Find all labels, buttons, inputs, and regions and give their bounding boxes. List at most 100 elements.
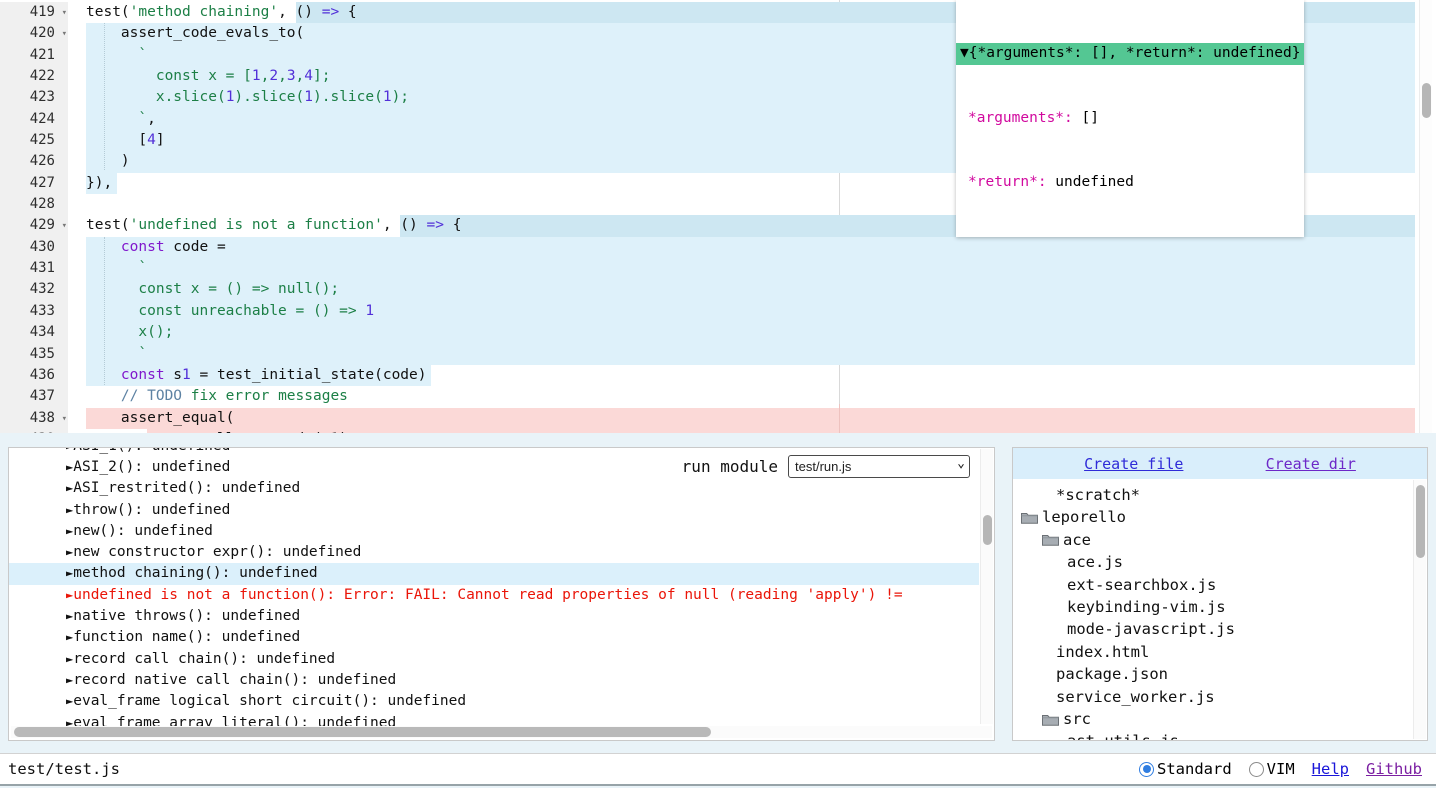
code-cell[interactable]: const s1 = test_initial_state(code) (68, 365, 1436, 386)
code-cell[interactable]: x(); (68, 322, 1436, 343)
radio-selected-icon[interactable] (1139, 762, 1154, 777)
editor-line[interactable]: 432 const x = () => null(); (0, 279, 1436, 300)
editor-line[interactable]: 436 const s1 = test_initial_state(code) (0, 365, 1436, 386)
fold-arrow-icon[interactable]: ▾ (62, 409, 67, 430)
help-link[interactable]: Help (1312, 760, 1349, 778)
tree-item-label: leporello (1042, 506, 1126, 528)
folder-icon (1042, 713, 1059, 726)
editor-line[interactable]: 430 const code = (0, 237, 1436, 258)
test-result-item[interactable]: ►ASI_restrited(): undefined (9, 478, 979, 499)
test-result-item[interactable]: ►function name(): undefined (9, 627, 979, 648)
code-text: root_calltree_node(s1) (68, 429, 1436, 433)
gutter-cell: 431 (0, 258, 68, 279)
code-text: const unreachable = () => 1 (68, 301, 1436, 322)
test-result-label: record call chain(): undefined (73, 651, 335, 667)
files-vscrollbar-thumb[interactable] (1416, 485, 1425, 558)
test-result-label: method chaining(): undefined (73, 565, 317, 581)
results-horizontal-scrollbar[interactable] (11, 726, 992, 738)
gutter-cell: 424 (0, 109, 68, 130)
create-dir-link[interactable]: Create dir (1266, 455, 1356, 473)
tooltip-key: *return*: (968, 174, 1047, 190)
tree-item-label: package.json (1056, 663, 1168, 685)
run-module-select[interactable]: test/run.js (788, 455, 970, 478)
code-text: x(); (68, 322, 1436, 343)
gutter-cell: 438▾ (0, 408, 68, 429)
fold-arrow-icon[interactable]: ▾ (62, 3, 67, 24)
results-vertical-scrollbar[interactable] (980, 449, 993, 724)
tree-item-label: src (1063, 708, 1091, 730)
github-link[interactable]: Github (1366, 760, 1422, 778)
code-text: assert_equal( (68, 408, 1436, 429)
code-cell[interactable]: const x = () => null(); (68, 279, 1436, 300)
gutter-cell: 429▾ (0, 215, 68, 236)
tree-item-label: ace (1063, 529, 1091, 551)
code-text: ` (68, 258, 1436, 279)
test-result-item[interactable]: ►record call chain(): undefined (9, 649, 979, 670)
test-result-item[interactable]: ►throw(): undefined (9, 500, 979, 521)
editor-line[interactable]: 437 // TODO fix error messages (0, 386, 1436, 407)
editor-line[interactable]: 434 x(); (0, 322, 1436, 343)
editor-line[interactable]: 435 ` (0, 344, 1436, 365)
code-cell[interactable]: ` (68, 344, 1436, 365)
tree-folder-item[interactable]: ace (1013, 529, 1412, 551)
test-result-item[interactable]: ►eval_frame logical short circuit(): und… (9, 691, 979, 712)
test-result-label: ASI_2(): undefined (73, 459, 230, 475)
tree-folder-item[interactable]: src (1013, 708, 1412, 730)
test-results-panel: run module test/run.js ⌄ ►ASI_1(): undef… (8, 447, 995, 741)
keybinding-radio-standard[interactable]: Standard (1139, 760, 1232, 778)
tree-folder-item[interactable]: leporello (1013, 506, 1412, 528)
editor-line[interactable]: 431 ` (0, 258, 1436, 279)
status-bar: test/test.js Standard VIM Help Github (0, 753, 1436, 786)
tree-file-item[interactable]: index.html (1013, 641, 1412, 663)
run-module-label: run module (682, 457, 778, 476)
radio-unselected-icon[interactable] (1249, 762, 1264, 777)
code-cell[interactable]: // TODO fix error messages (68, 386, 1436, 407)
editor-vertical-scrollbar[interactable] (1419, 0, 1432, 433)
tree-file-item[interactable]: keybinding-vim.js (1013, 596, 1412, 618)
gutter-cell: 434 (0, 322, 68, 343)
code-text: const x = () => null(); (68, 279, 1436, 300)
gutter-cell: 436 (0, 365, 68, 386)
tree-file-item[interactable]: ext-searchbox.js (1013, 574, 1412, 596)
test-result-label: undefined is not a function(): Error: FA… (73, 587, 911, 603)
results-vscrollbar-thumb[interactable] (983, 515, 992, 545)
test-result-label: record native call chain(): undefined (73, 672, 396, 688)
editor-line[interactable]: 438▾ assert_equal( (0, 408, 1436, 429)
code-editor[interactable]: 419▾test('method chaining', () => {420▾ … (0, 0, 1436, 433)
tree-file-item[interactable]: mode-javascript.js (1013, 618, 1412, 640)
code-cell[interactable]: const code = (68, 237, 1436, 258)
fold-arrow-icon[interactable]: ▾ (62, 24, 67, 45)
code-cell[interactable]: root_calltree_node(s1) (68, 429, 1436, 433)
test-result-item[interactable]: ►new(): undefined (9, 521, 979, 542)
tree-file-item[interactable]: service_worker.js (1013, 686, 1412, 708)
folder-icon (1021, 511, 1038, 524)
gutter-cell: 420▾ (0, 23, 68, 44)
test-result-item[interactable]: ►native throws(): undefined (9, 606, 979, 627)
tree-file-item[interactable]: ast_utils.js (1013, 730, 1412, 740)
gutter-cell: 428 (0, 194, 68, 215)
tree-file-item[interactable]: *scratch* (1013, 484, 1412, 506)
keybinding-radio-vim[interactable]: VIM (1249, 760, 1295, 778)
create-file-link[interactable]: Create file (1084, 455, 1183, 473)
fold-arrow-icon[interactable]: ▾ (62, 216, 67, 237)
tree-item-label: *scratch* (1056, 484, 1140, 506)
test-result-item[interactable]: ►new constructor expr(): undefined (9, 542, 979, 563)
editor-line[interactable]: 433 const unreachable = () => 1 (0, 301, 1436, 322)
editor-scrollbar-thumb[interactable] (1422, 83, 1431, 118)
gutter-cell: 427 (0, 173, 68, 194)
tooltip-header[interactable]: ▼{*arguments*: [], *return*: undefined} (956, 43, 1304, 65)
tree-file-item[interactable]: package.json (1013, 663, 1412, 685)
files-vertical-scrollbar[interactable] (1413, 480, 1426, 739)
test-result-item[interactable]: ►record native call chain(): undefined (9, 670, 979, 691)
editor-line[interactable]: 439 root_calltree_node(s1) (0, 429, 1436, 433)
code-cell[interactable]: ` (68, 258, 1436, 279)
tooltip-entry: *return*: undefined (956, 172, 1304, 194)
code-cell[interactable]: assert_equal( (68, 408, 1436, 429)
gutter-cell: 426 (0, 151, 68, 172)
tree-item-label: ast_utils.js (1067, 730, 1179, 740)
code-cell[interactable]: const unreachable = () => 1 (68, 301, 1436, 322)
test-result-item[interactable]: ►undefined is not a function(): Error: F… (9, 585, 979, 606)
tree-file-item[interactable]: ace.js (1013, 551, 1412, 573)
results-hscrollbar-thumb[interactable] (14, 727, 711, 737)
test-result-item[interactable]: ►method chaining(): undefined (9, 563, 979, 584)
